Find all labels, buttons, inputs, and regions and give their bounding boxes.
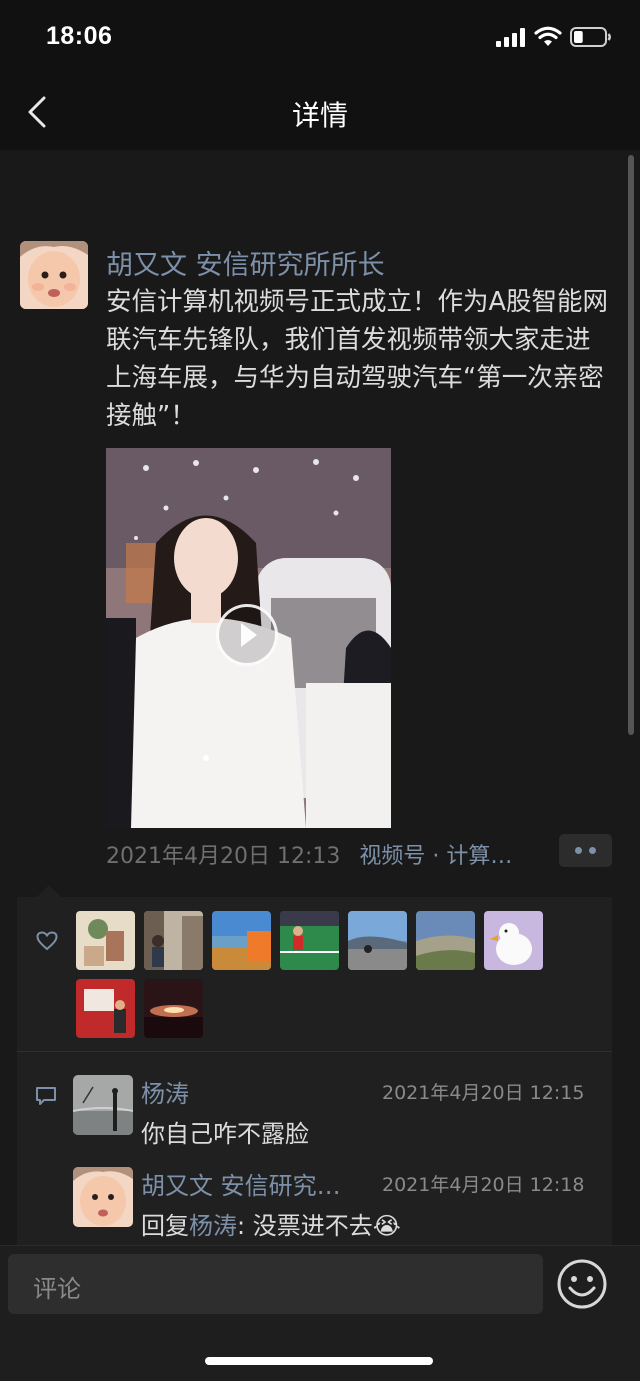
page-title: 详情: [291, 99, 348, 132]
like-avatar-3[interactable]: [212, 911, 271, 970]
post-timestamp: 2021年4月20日 12:13: [106, 844, 341, 869]
comment-time: 2021年4月20日 12:18: [382, 1174, 585, 1196]
comment-avatar-huyouwen[interactable]: [73, 1167, 133, 1227]
comment-author[interactable]: 胡又文 安信研究…: [141, 1166, 341, 1201]
comment-author[interactable]: 杨涛: [141, 1074, 189, 1109]
more-dots-icon: [575, 847, 582, 854]
heart-icon: [36, 931, 58, 951]
channel-link[interactable]: 视频号 · 计算…: [359, 844, 512, 869]
comment-text[interactable]: 你自己咋不露脸: [141, 1114, 309, 1149]
scrollbar[interactable]: [628, 155, 634, 735]
more-button[interactable]: [559, 834, 612, 867]
post-author-name[interactable]: 胡又文 安信研究所所长: [106, 243, 385, 282]
status-bar: 18:06: [0, 0, 640, 80]
like-avatar-4[interactable]: [280, 911, 339, 970]
like-avatar-1[interactable]: [76, 911, 135, 970]
play-icon: [241, 623, 257, 647]
reply-prefix: 回复: [141, 1212, 189, 1240]
likes-comments-box: 杨涛 2021年4月20日 12:15 你自己咋不露脸 胡又文 安信研究… 20…: [17, 885, 612, 1245]
comment-text[interactable]: 回复杨涛: 没票进不去😭: [141, 1206, 401, 1241]
status-icons: [496, 26, 612, 48]
play-button[interactable]: [216, 604, 278, 666]
like-avatar-5[interactable]: [348, 911, 407, 970]
comment-avatar-yangtao[interactable]: [73, 1075, 133, 1135]
emoji-icon: [557, 1259, 607, 1309]
comment-input-placeholder: 评论: [33, 1275, 81, 1303]
reply-text: : 没票进不去😭: [237, 1212, 401, 1240]
emoji-button[interactable]: [556, 1258, 608, 1310]
post-text: 安信计算机视频号正式成立！作为A股智能网联汽车先锋队，我们首发视频带领大家走进上…: [106, 287, 608, 431]
author-avatar[interactable]: [20, 241, 88, 309]
nav-bar: 详情: [0, 80, 640, 150]
like-avatar-8[interactable]: [76, 979, 135, 1038]
comment-input[interactable]: 评论: [8, 1254, 543, 1314]
divider: [17, 1051, 612, 1052]
bottom-bar: 评论: [0, 1245, 640, 1381]
wifi-icon: [534, 26, 562, 46]
like-avatar-7[interactable]: [484, 911, 543, 970]
comment-icon: [36, 1087, 56, 1105]
video-thumbnail[interactable]: [106, 448, 391, 828]
home-indicator[interactable]: [205, 1357, 433, 1365]
like-avatar-6[interactable]: [416, 911, 475, 970]
comment-time: 2021年4月20日 12:15: [382, 1082, 585, 1104]
post-meta: 2021年4月20日 12:13 视频号 · 计算…: [106, 838, 512, 870]
like-avatar-9[interactable]: [144, 979, 203, 1038]
like-avatar-2[interactable]: [144, 911, 203, 970]
post-detail-content[interactable]: 胡又文 安信研究所所长 安信计算机视频号正式成立！作为A股智能网联汽车先锋队，我…: [0, 150, 640, 1245]
reply-mention[interactable]: 杨涛: [189, 1212, 237, 1240]
battery-icon: [570, 27, 611, 47]
status-time: 18:06: [46, 22, 113, 50]
signal-icon: [496, 27, 526, 47]
